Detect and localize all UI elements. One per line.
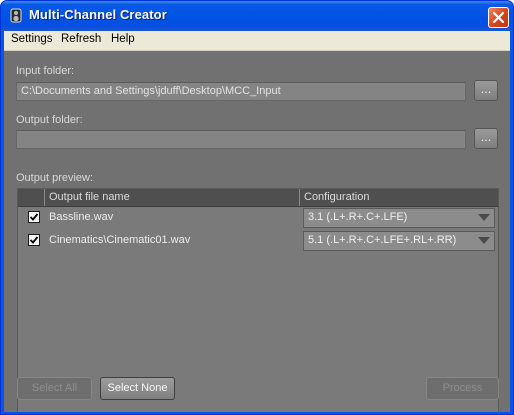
speaker-icon [10, 8, 22, 23]
close-icon [492, 11, 505, 24]
input-folder-label: Input folder: [16, 65, 75, 77]
menu-help[interactable]: Help [111, 33, 135, 45]
app-window: Multi-Channel Creator Settings Refresh H… [0, 0, 514, 415]
process-button[interactable]: Process [426, 377, 499, 400]
window-title: Multi-Channel Creator [29, 7, 167, 22]
output-preview-label: Output preview: [16, 172, 94, 184]
row-checkbox[interactable] [28, 211, 40, 223]
file-name-cell: Cinematics\Cinematic01.wav [49, 234, 191, 246]
column-divider[interactable] [44, 189, 45, 206]
configuration-select[interactable]: 5.1 (.L+.R+.C+.LFE+.RL+.RR) [303, 231, 495, 251]
close-button[interactable] [488, 7, 509, 28]
file-name-cell: Bassline.wav [49, 211, 114, 223]
table-row[interactable]: Cinematics\Cinematic01.wav 5.1 (.L+.R+.C… [18, 230, 498, 252]
checkmark-icon [29, 213, 39, 221]
output-folder-field[interactable] [16, 130, 466, 149]
output-folder-label: Output folder: [16, 114, 83, 126]
configuration-select[interactable]: 3.1 (.L+.R+.C+.LFE) [303, 208, 495, 228]
row-checkbox[interactable] [28, 234, 40, 246]
menu-bar: Settings Refresh Help [4, 31, 510, 51]
configuration-value: 5.1 (.L+.R+.C+.LFE+.RL+.RR) [308, 234, 457, 246]
column-header-configuration[interactable]: Configuration [304, 191, 369, 203]
checkmark-icon [29, 236, 39, 244]
table-row[interactable]: Bassline.wav 3.1 (.L+.R+.C+.LFE) [18, 207, 498, 229]
table-header: Output file name Configuration [18, 189, 498, 207]
main-panel: Input folder: C:\Documents and Settings\… [4, 51, 510, 414]
column-header-file-name[interactable]: Output file name [49, 191, 130, 203]
select-none-button[interactable]: Select None [100, 377, 175, 400]
menu-refresh[interactable]: Refresh [61, 33, 101, 45]
select-all-button[interactable]: Select All [17, 377, 92, 400]
chevron-down-icon[interactable] [478, 214, 490, 221]
column-divider[interactable] [299, 189, 300, 206]
chevron-down-icon[interactable] [478, 237, 490, 244]
input-browse-button[interactable]: ... [474, 80, 498, 101]
output-browse-button[interactable]: ... [474, 128, 498, 149]
input-folder-field[interactable]: C:\Documents and Settings\jduff\Desktop\… [16, 82, 466, 101]
configuration-value: 3.1 (.L+.R+.C+.LFE) [308, 211, 408, 223]
menu-settings[interactable]: Settings [11, 33, 53, 45]
title-bar[interactable]: Multi-Channel Creator [1, 1, 513, 31]
